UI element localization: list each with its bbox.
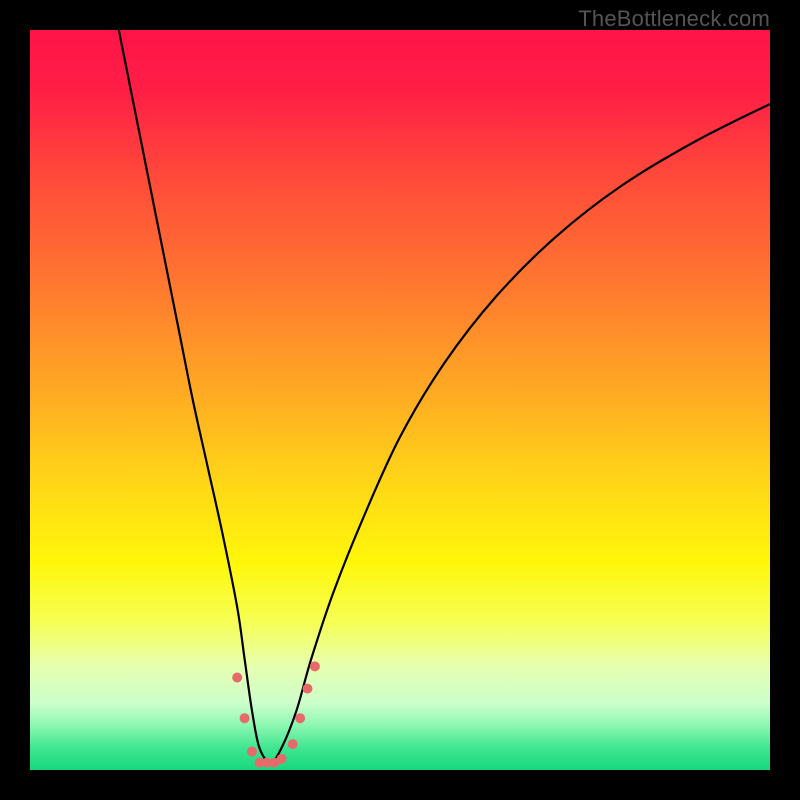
highlight-dot	[295, 713, 305, 723]
chart-frame: TheBottleneck.com	[0, 0, 800, 800]
chart-svg	[30, 30, 770, 770]
watermark-text: TheBottleneck.com	[578, 6, 770, 32]
highlight-dot	[303, 684, 313, 694]
highlight-dot	[232, 673, 242, 683]
highlight-dot	[247, 747, 257, 757]
highlight-dot	[310, 661, 320, 671]
highlight-dot	[240, 713, 250, 723]
highlight-dot	[288, 739, 298, 749]
plot-area	[30, 30, 770, 770]
highlight-dot	[277, 754, 287, 764]
